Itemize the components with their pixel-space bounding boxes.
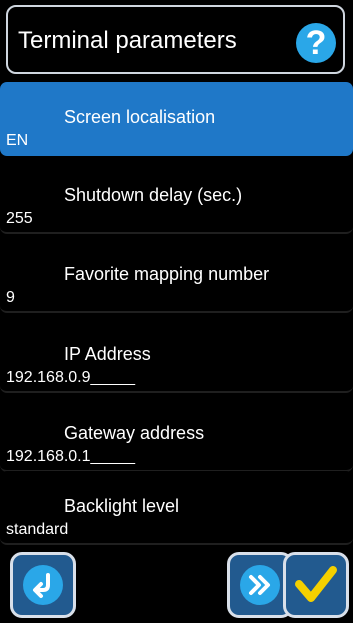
- setting-value: standard: [6, 521, 69, 538]
- help-question-glyph: ?: [305, 24, 327, 62]
- setting-row-favorite-mapping[interactable]: Favorite mapping number 9: [0, 239, 353, 313]
- setting-value: EN: [6, 132, 29, 149]
- setting-label: Screen localisation: [64, 107, 216, 127]
- setting-label: IP Address: [64, 344, 151, 364]
- settings-list: Screen localisation EN Shutdown delay (s…: [0, 82, 353, 545]
- confirm-button[interactable]: [283, 552, 349, 618]
- setting-row-backlight-level[interactable]: Backlight level standard: [0, 471, 353, 545]
- setting-value: 192.168.0.9_____: [6, 369, 136, 386]
- setting-label: Shutdown delay (sec.): [64, 185, 243, 205]
- return-arrow-icon-svg: [33, 573, 50, 598]
- setting-label: Backlight level: [64, 496, 180, 516]
- setting-value: 192.168.0.1_____: [6, 448, 136, 465]
- setting-value: 255: [6, 210, 33, 227]
- setting-label: Gateway address: [64, 423, 205, 443]
- page-title: Terminal parameters: [18, 27, 237, 54]
- footer-toolbar: [0, 548, 353, 623]
- setting-row-ip-address[interactable]: IP Address 192.168.0.9_____: [0, 319, 353, 393]
- setting-row-screen-localisation[interactable]: Screen localisation EN: [0, 82, 353, 156]
- double-chevron-right-icon-svg: [249, 575, 270, 595]
- help-icon[interactable]: ?: [296, 23, 336, 63]
- double-chevron-right-icon: [240, 565, 280, 605]
- setting-label: Favorite mapping number: [64, 264, 270, 284]
- back-button[interactable]: [10, 552, 76, 618]
- return-arrow-icon: [23, 565, 63, 605]
- setting-row-shutdown-delay[interactable]: Shutdown delay (sec.) 255: [0, 160, 353, 234]
- setting-value: 9: [6, 289, 15, 306]
- checkmark-icon: [295, 566, 337, 602]
- header-bar: Terminal parameters ?: [6, 5, 345, 74]
- setting-row-gateway-address[interactable]: Gateway address 192.168.0.1_____: [0, 398, 353, 472]
